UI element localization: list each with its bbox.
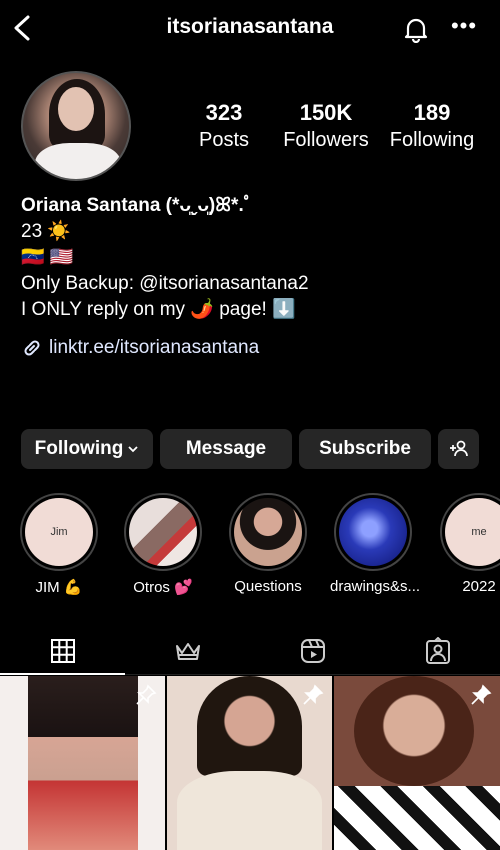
highlight-cover: [129, 498, 197, 566]
subscribe-button[interactable]: Subscribe: [299, 429, 431, 469]
highlight-cover: [234, 498, 302, 566]
link-icon: [24, 340, 40, 356]
top-bar: itsorianasantana •••: [0, 0, 500, 56]
bio-line-backup: Only Backup: @itsorianasantana2: [21, 273, 309, 294]
followers-count: 150K: [299, 100, 353, 125]
following-button-label: Following: [34, 438, 124, 459]
bio-line-reply: I ONLY reply on my 🌶️ page! ⬇️: [21, 299, 296, 320]
following-stat[interactable]: 189 Following: [384, 100, 480, 152]
profile-bio: Oriana Santana (*ᴗ͈ˬᴗ͈)ꕤ*.ﾟ 23 ☀️ 🇻🇪 🇺🇸 …: [21, 193, 481, 361]
tab-tagged[interactable]: [375, 628, 500, 674]
posts-label: Posts: [198, 129, 250, 151]
profile-display-name: Oriana Santana (*ᴗ͈ˬᴗ͈)ꕤ*.ﾟ: [21, 195, 254, 216]
highlight-cover-text: me: [471, 526, 487, 538]
highlight-questions[interactable]: Questions: [225, 493, 311, 595]
highlight-label: Otros 💕: [133, 579, 193, 596]
tab-subscriptions[interactable]: [125, 628, 250, 674]
highlight-cover: [339, 498, 407, 566]
subscribe-button-label: Subscribe: [319, 438, 411, 459]
crown-icon: [175, 643, 200, 660]
highlight-2022[interactable]: me 2022: [436, 493, 500, 595]
highlight-ring: me: [440, 493, 500, 571]
avatar-shirt: [35, 143, 121, 179]
highlight-ring: Jim: [20, 493, 98, 571]
post-image: [197, 676, 302, 776]
highlight-label: JIM 💪: [35, 579, 83, 596]
highlight-cover: me: [445, 498, 500, 566]
post-image-body: [177, 771, 322, 850]
message-button-label: Message: [185, 438, 267, 459]
highlight-label: 2022: [462, 578, 496, 595]
followers-stat[interactable]: 150K Followers: [278, 100, 374, 152]
following-count: 189: [413, 100, 451, 125]
tagged-icon: [425, 637, 450, 664]
bio-line-age: 23 ☀️: [21, 221, 72, 242]
pin-icon: [136, 684, 157, 705]
posts-count: 323: [205, 100, 243, 125]
highlight-cover-text: Jim: [50, 526, 68, 538]
highlight-cover: Jim: [25, 498, 93, 566]
tab-reels[interactable]: [250, 628, 375, 674]
pin-icon: [303, 684, 324, 705]
highlight-jim[interactable]: Jim JIM 💪: [16, 493, 102, 596]
profile-avatar[interactable]: [21, 71, 131, 181]
highlight-ring: [229, 493, 307, 571]
posts-grid: [0, 676, 500, 850]
reels-icon: [300, 639, 325, 663]
posts-stat[interactable]: 323 Posts: [190, 100, 258, 152]
post-thumbnail[interactable]: [167, 676, 332, 850]
highlight-otros[interactable]: Otros 💕: [120, 493, 206, 596]
pin-icon: [471, 684, 492, 705]
following-label: Following: [389, 129, 475, 151]
bio-link-text: linktr.ee/itsorianasantana: [49, 337, 260, 358]
post-thumbnail[interactable]: [0, 676, 165, 850]
tab-grid[interactable]: [0, 628, 125, 675]
chevron-down-icon: [128, 446, 138, 453]
highlight-ring: [334, 493, 412, 571]
profile-tabs: [0, 628, 500, 675]
post-image: [354, 676, 474, 786]
add-user-icon: [449, 440, 468, 457]
highlight-ring: [124, 493, 202, 571]
profile-stats: 323 Posts 150K Followers 189 Following: [190, 100, 480, 160]
highlight-drawings[interactable]: drawings&s...: [330, 493, 421, 595]
bio-link[interactable]: linktr.ee/itsorianasantana: [21, 335, 481, 361]
post-image: [28, 676, 138, 850]
grid-icon: [50, 639, 75, 663]
avatar-face: [58, 87, 94, 131]
post-thumbnail[interactable]: [334, 676, 500, 850]
bio-line-flags: 🇻🇪 🇺🇸: [21, 247, 74, 268]
following-button[interactable]: Following: [21, 429, 153, 469]
followers-label: Followers: [283, 129, 369, 151]
post-image-body: [334, 786, 500, 850]
bell-icon[interactable]: [402, 15, 430, 43]
add-user-button[interactable]: [438, 429, 479, 469]
message-button[interactable]: Message: [160, 429, 292, 469]
highlight-label: drawings&s...: [330, 578, 421, 595]
more-options-icon[interactable]: •••: [450, 15, 478, 38]
highlight-label: Questions: [234, 578, 302, 595]
